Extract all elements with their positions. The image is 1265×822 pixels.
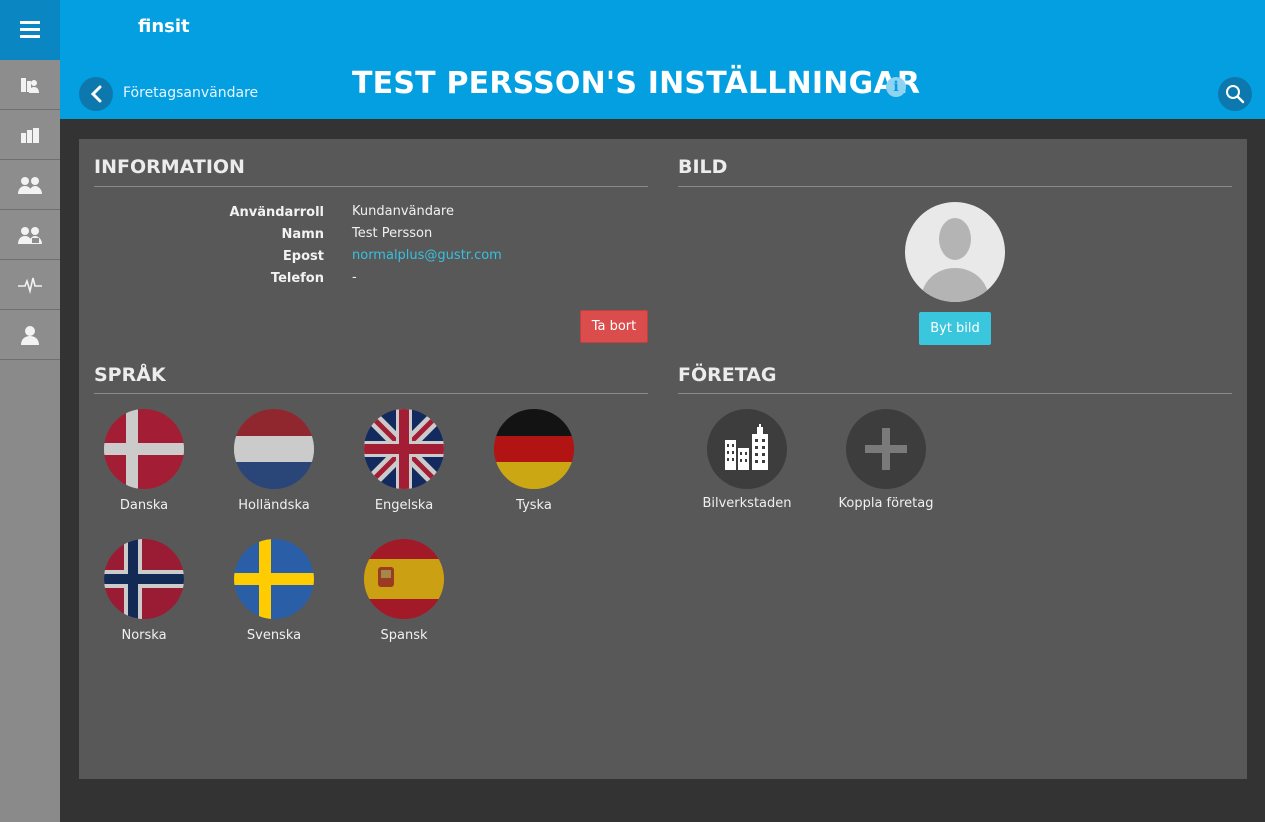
role-label: Användarroll [229, 205, 324, 220]
language-label: Tyska [516, 498, 552, 513]
language-danish[interactable]: Danska [94, 409, 194, 513]
sidebar-item-person[interactable] [0, 310, 60, 360]
phone-value: - [352, 270, 357, 285]
languages-divider [94, 393, 648, 394]
phone-label: Telefon [270, 271, 324, 286]
language-label: Svenska [246, 628, 302, 643]
avatar [905, 202, 1005, 302]
companies-title: FÖRETAG [678, 364, 777, 386]
name-value: Test Persson [352, 226, 433, 241]
language-label: Danska [119, 498, 169, 513]
danish-flag-icon [104, 409, 184, 489]
german-flag-icon [494, 409, 574, 489]
user-group-icon [18, 226, 42, 244]
delete-button[interactable]: Ta bort [580, 310, 648, 343]
languages-title: SPRÅK [94, 364, 166, 386]
email-link[interactable]: normalplus@gustr.com [352, 248, 502, 263]
language-label: Engelska [374, 498, 434, 513]
sidebar [0, 0, 60, 822]
search-button[interactable] [1218, 77, 1252, 111]
brand-logo: finsit [138, 16, 190, 37]
companies-divider [678, 393, 1232, 394]
company-bilverkstaden[interactable]: Bilverkstaden [687, 409, 807, 511]
information-title: INFORMATION [94, 156, 245, 178]
swedish-flag-icon [234, 539, 314, 619]
search-icon [1226, 85, 1245, 104]
person-icon [21, 325, 39, 345]
language-swedish[interactable]: Svenska [224, 539, 324, 643]
sidebar-item-business-people[interactable] [0, 60, 60, 110]
uk-flag-icon [364, 409, 444, 489]
language-english[interactable]: Engelska [354, 409, 454, 513]
norwegian-flag-icon [104, 539, 184, 619]
dutch-flag-icon [234, 409, 314, 489]
name-label: Namn [281, 227, 324, 242]
person-silhouette-icon [920, 218, 990, 302]
info-icon[interactable]: i [886, 77, 906, 97]
sidebar-item-user-group[interactable] [0, 210, 60, 260]
sidebar-item-users[interactable] [0, 160, 60, 210]
language-dutch[interactable]: Holländska [224, 409, 324, 513]
company-icon-circle [707, 409, 787, 489]
language-label: Holländska [238, 498, 310, 513]
language-label: Norska [121, 628, 167, 643]
hamburger-icon [20, 21, 40, 38]
chevron-left-icon [90, 85, 102, 103]
picture-title: BILD [678, 156, 728, 178]
link-company-button[interactable]: Koppla företag [826, 409, 946, 511]
language-label: Spansk [380, 628, 428, 643]
users-icon [18, 176, 42, 194]
language-german[interactable]: Tyska [484, 409, 584, 513]
activity-icon [18, 277, 42, 294]
spanish-flag-icon [364, 539, 444, 619]
company-label: Koppla företag [838, 496, 934, 511]
plus-icon [865, 428, 907, 470]
page-title: TEST PERSSON'S INSTÄLLNINGAR [352, 66, 921, 101]
breadcrumb[interactable]: Företagsanvändare [123, 85, 258, 101]
picture-divider [678, 186, 1232, 187]
business-people-icon [21, 77, 39, 93]
language-spanish[interactable]: Spansk [354, 539, 454, 643]
header: finsit Företagsanvändare TEST PERSSON'S … [60, 0, 1265, 119]
information-divider [94, 186, 648, 187]
buildings-icon [21, 127, 39, 143]
settings-panel: INFORMATION Användarroll Kundanvändare N… [79, 139, 1247, 779]
change-picture-button[interactable]: Byt bild [919, 312, 991, 345]
menu-button[interactable] [0, 0, 60, 60]
sidebar-item-activity[interactable] [0, 260, 60, 310]
company-icon-circle [846, 409, 926, 489]
language-norwegian[interactable]: Norska [94, 539, 194, 643]
sidebar-item-buildings[interactable] [0, 110, 60, 160]
company-label: Bilverkstaden [702, 496, 792, 511]
email-label: Epost [282, 249, 324, 264]
role-value: Kundanvändare [352, 204, 454, 219]
back-button[interactable] [79, 77, 113, 111]
buildings-icon [725, 424, 768, 470]
